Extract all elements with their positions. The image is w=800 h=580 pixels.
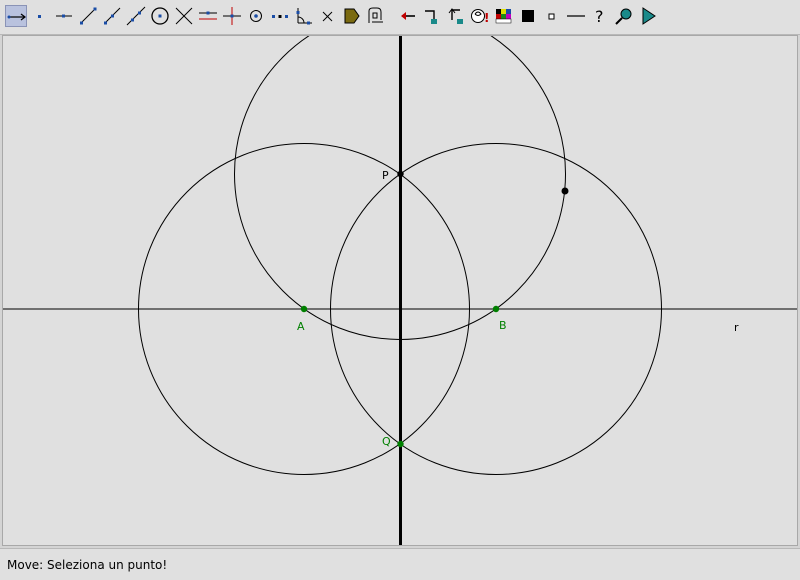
drawing-canvas[interactable]: A B P Q r (2, 35, 798, 546)
text-tool-icon[interactable] (365, 5, 387, 27)
intersection-tool-icon[interactable] (173, 5, 195, 27)
point-a[interactable] (300, 305, 308, 313)
point-on-circle[interactable] (561, 187, 569, 195)
label-q: Q (382, 435, 391, 448)
color-tool-icon[interactable] (493, 5, 515, 27)
label-r: r (734, 321, 739, 334)
point-b[interactable] (492, 305, 500, 313)
play-tool-icon[interactable] (637, 5, 659, 27)
toolbar: ! ? (0, 0, 800, 35)
delete-tool-icon[interactable] (317, 5, 339, 27)
perpendicular-line-tool-icon[interactable] (221, 5, 243, 27)
status-bar: Move: Seleziona un punto! (0, 548, 800, 580)
midpoint-tool-icon[interactable] (245, 5, 267, 27)
geometry-drawing[interactable]: A B P Q r (2, 35, 798, 546)
circle-tool-icon[interactable] (149, 5, 171, 27)
point-size-tool-icon[interactable] (541, 5, 563, 27)
hint-tool-icon[interactable]: ! (469, 5, 491, 27)
point-p[interactable] (397, 170, 404, 178)
svg-text:!: ! (484, 11, 489, 25)
label-a: A (297, 320, 305, 333)
line-style-tool-icon[interactable] (565, 5, 587, 27)
macro-run-tool-icon[interactable] (445, 5, 467, 27)
angle-tool-icon[interactable] (293, 5, 315, 27)
label-p: P (382, 169, 389, 182)
point-q[interactable] (397, 440, 404, 448)
zoom-tool-icon[interactable] (613, 5, 635, 27)
undo-tool-icon[interactable] (397, 5, 419, 27)
segment-tool-icon[interactable] (77, 5, 99, 27)
line-tool-icon[interactable] (125, 5, 147, 27)
status-message: Move: Seleziona un punto! (7, 558, 168, 572)
move-tool-icon[interactable] (5, 5, 27, 27)
fill-tool-icon[interactable] (517, 5, 539, 27)
label-tool-icon[interactable] (341, 5, 363, 27)
point-on-object-tool-icon[interactable] (53, 5, 75, 27)
dotted-tool-icon[interactable] (269, 5, 291, 27)
help-tool-icon[interactable]: ? (589, 5, 611, 27)
ray-tool-icon[interactable] (101, 5, 123, 27)
point-tool-icon[interactable] (29, 5, 51, 27)
svg-text:?: ? (595, 7, 604, 26)
macro-tool-icon[interactable] (421, 5, 443, 27)
parallel-line-tool-icon[interactable] (197, 5, 219, 27)
label-b: B (499, 319, 507, 332)
